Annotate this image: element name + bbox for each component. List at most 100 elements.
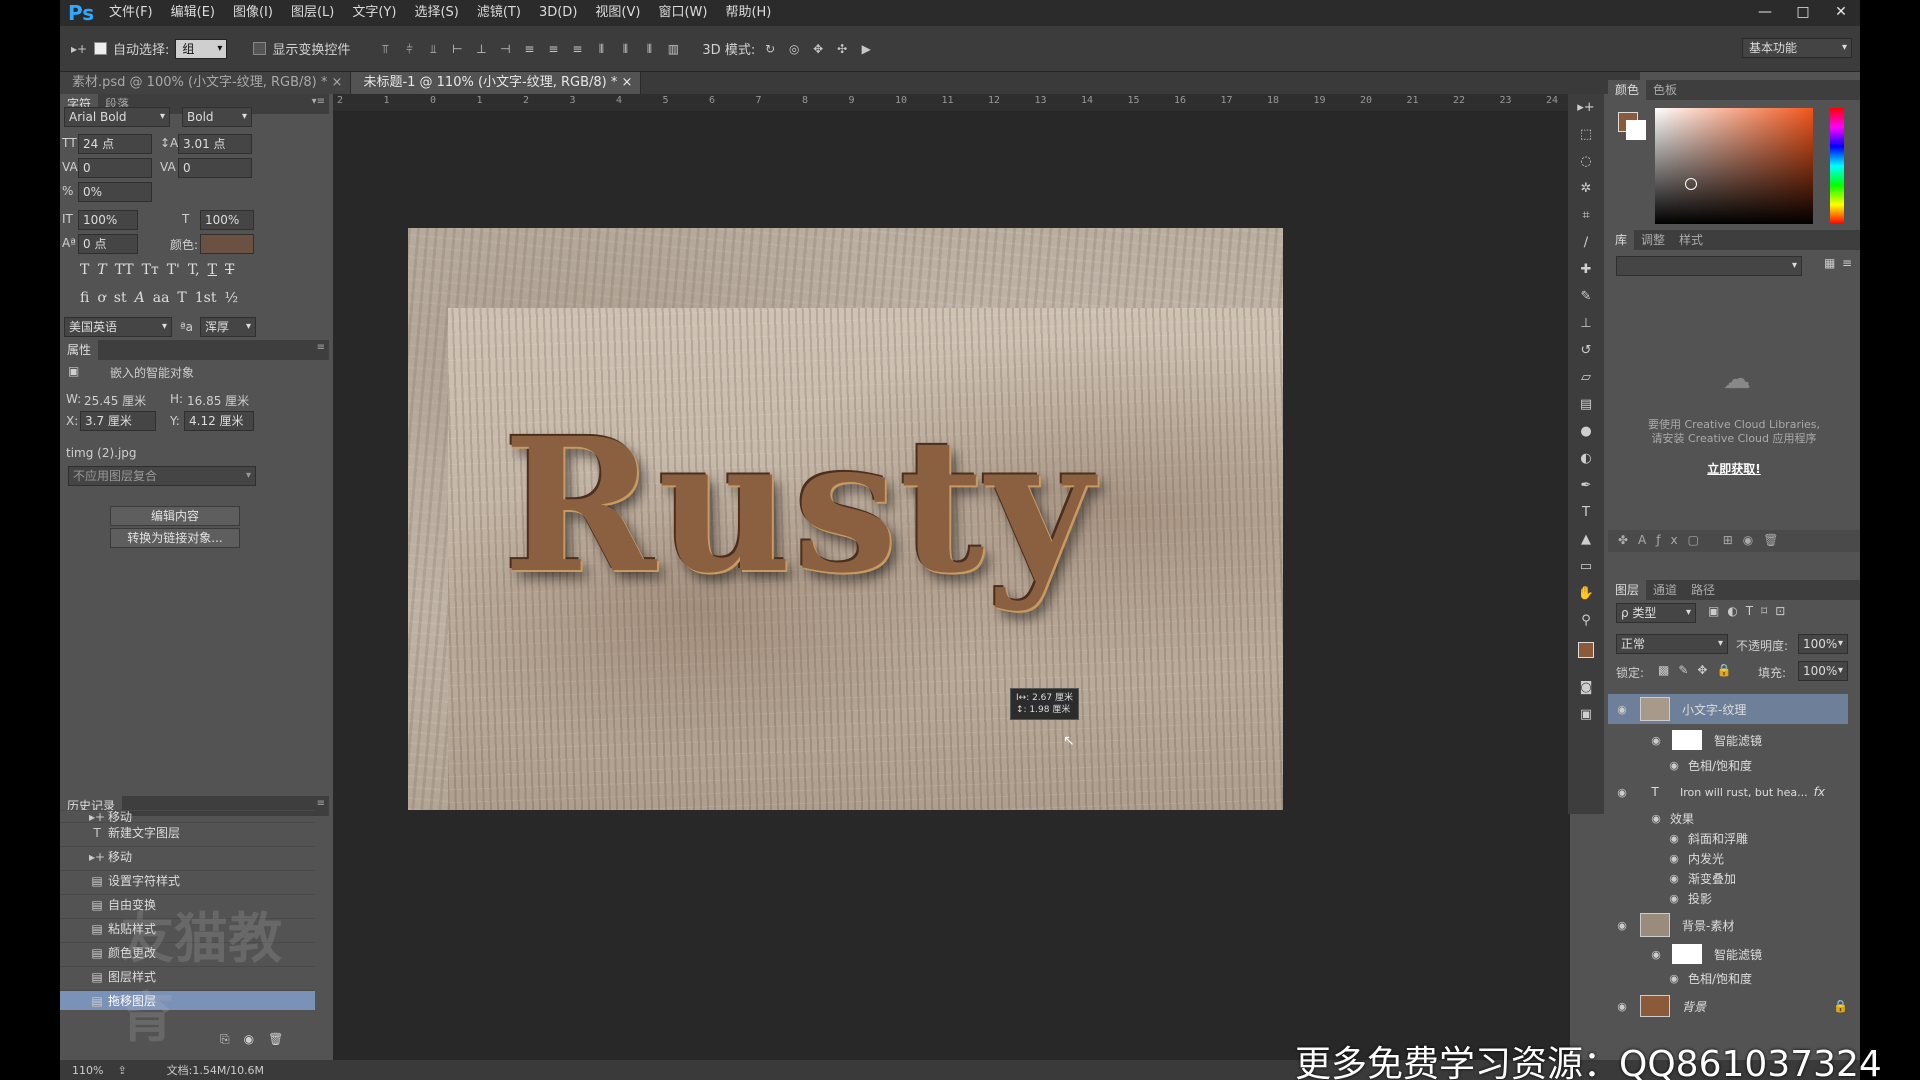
3d-slide-icon[interactable]: ✣ <box>833 41 851 57</box>
menu-3d[interactable]: 3D(D) <box>530 0 586 26</box>
layer-row[interactable]: ◉ 色相/饱和度 <box>1608 968 1848 988</box>
discretionary-icon[interactable]: st <box>114 290 127 306</box>
layer-row[interactable]: ◉ 色相/饱和度 <box>1608 755 1848 775</box>
antialias-dropdown[interactable]: 浑厚 <box>200 317 256 337</box>
close-button[interactable]: ✕ <box>1822 0 1860 26</box>
align-top-icon[interactable]: ⫪ <box>376 41 394 57</box>
bg-color-chip[interactable] <box>1626 120 1646 140</box>
3d-pan-icon[interactable]: ✥ <box>809 41 827 57</box>
3d-scale-icon[interactable]: ▶ <box>857 41 875 57</box>
font-size-field[interactable]: 24 点 <box>78 134 152 154</box>
close-tab-icon[interactable]: × <box>622 75 633 90</box>
zoom-level[interactable]: 110% <box>72 1064 103 1077</box>
kerning-field[interactable]: 0 <box>78 158 152 178</box>
layer-row[interactable]: ◉ 斜面和浮雕 <box>1608 828 1848 848</box>
panel-menu-icon[interactable]: ≡ <box>317 342 325 353</box>
get-it-now-link[interactable]: 立即获取! <box>1608 460 1860 477</box>
tracking-field[interactable]: 0 <box>178 158 252 178</box>
eye-icon[interactable]: ◉ <box>1666 759 1682 772</box>
tab-source-psd[interactable]: 素材.psd @ 100% (小文字-纹理, RGB/8) * × <box>60 72 352 94</box>
lasso-tool-icon[interactable]: ◌ <box>1568 148 1604 175</box>
old-style-icon[interactable]: ơ <box>97 290 105 306</box>
align-right-icon[interactable]: ⊣ <box>496 41 514 57</box>
eye-icon[interactable]: ◉ <box>1666 852 1682 865</box>
layer-row[interactable]: ◉ 智能滤镜 <box>1608 942 1848 966</box>
gradient-tool-icon[interactable]: ▤ <box>1568 391 1604 418</box>
convert-to-linked-button[interactable]: 转换为链接对象... <box>110 528 240 548</box>
layer-row[interactable]: ◉ 投影 <box>1608 888 1848 908</box>
library-dropdown[interactable] <box>1616 256 1802 276</box>
ligatures-icon[interactable]: fi <box>80 290 89 306</box>
color-swatches[interactable] <box>1568 634 1604 674</box>
ordinals-icon[interactable]: 1st <box>195 290 217 306</box>
distribute-vcenter-icon[interactable]: ≡ <box>544 41 562 57</box>
auto-align-icon[interactable]: ▥ <box>664 41 682 57</box>
canvas-area[interactable]: Rusty I↔: 2.67 厘米 ↕: 1.98 厘米 ↖ <box>333 111 1570 1061</box>
show-transform-checkbox[interactable] <box>253 42 267 55</box>
tab-adjustments[interactable]: 调整 <box>1634 230 1672 250</box>
fill-field[interactable]: 100% <box>1798 661 1848 681</box>
tab-color[interactable]: 颜色 <box>1608 80 1647 100</box>
shape-tool-icon[interactable]: ▭ <box>1568 553 1604 580</box>
eye-icon[interactable]: ◉ <box>1648 734 1664 747</box>
eye-icon[interactable]: ◉ <box>1614 919 1630 932</box>
path-select-icon[interactable]: ▲ <box>1568 526 1604 553</box>
layer-row[interactable]: ◉ 小文字-纹理 <box>1608 694 1848 724</box>
h-value[interactable]: 16.85 厘米 <box>187 392 249 409</box>
layer-row[interactable]: ◉ 效果 <box>1608 808 1848 828</box>
align-bottom-icon[interactable]: ⫫ <box>424 41 442 57</box>
3d-roll-icon[interactable]: ◎ <box>785 41 803 57</box>
menu-image[interactable]: 图像(I) <box>224 0 282 26</box>
x-field[interactable]: 3.7 厘米 <box>80 411 156 431</box>
menu-filter[interactable]: 滤镜(T) <box>468 0 530 26</box>
strikethrough-icon[interactable]: T <box>225 262 234 278</box>
menu-type[interactable]: 文字(Y) <box>343 0 405 26</box>
layer-row[interactable]: ◉ 渐变叠加 <box>1608 868 1848 888</box>
tab-channels[interactable]: 通道 <box>1646 580 1684 600</box>
type-tool-icon[interactable]: T <box>1568 499 1604 526</box>
eye-icon[interactable]: ◉ <box>1648 812 1664 825</box>
brush-tool-icon[interactable]: ✎ <box>1568 283 1604 310</box>
align-vcenter-icon[interactable]: ⫩ <box>400 41 418 57</box>
panel-menu-icon[interactable]: ▾≡ <box>312 96 325 107</box>
fractions-icon[interactable]: ½ <box>224 290 238 306</box>
tab-swatches[interactable]: 色板 <box>1646 80 1684 100</box>
close-tab-icon[interactable]: × <box>332 75 343 90</box>
eye-icon[interactable]: ◉ <box>1666 892 1682 905</box>
3d-rotate-icon[interactable]: ↻ <box>761 41 779 57</box>
layer-comp-dropdown[interactable]: 不应用图层复合 <box>68 466 256 486</box>
eye-icon[interactable]: ◉ <box>1614 703 1630 716</box>
distribute-right-icon[interactable]: ⦀ <box>640 41 658 57</box>
history-item[interactable]: ▸+ 移动 <box>60 810 315 822</box>
history-item[interactable]: ▸+ 移动 <box>60 846 315 866</box>
crop-tool-icon[interactable]: ⌗ <box>1568 202 1604 229</box>
history-item[interactable]: ▤ 设置字符样式 <box>60 870 315 890</box>
stamp-tool-icon[interactable]: ⊥ <box>1568 310 1604 337</box>
menu-help[interactable]: 帮助(H) <box>716 0 780 26</box>
eye-icon[interactable]: ◉ <box>1648 948 1664 961</box>
tab-untitled-1[interactable]: 未标题-1 @ 110% (小文字-纹理, RGB/8) * × <box>351 72 642 94</box>
color-field[interactable] <box>1655 108 1813 224</box>
move-tool-icon[interactable]: ▸+ <box>70 41 88 57</box>
distribute-hcenter-icon[interactable]: ⦀ <box>616 41 634 57</box>
rusty-text[interactable]: Rusty <box>503 398 1095 614</box>
screen-mode-icon[interactable]: ▣ <box>1568 701 1604 728</box>
auto-select-checkbox[interactable] <box>94 42 107 55</box>
maximize-button[interactable]: □ <box>1784 0 1822 26</box>
layer-row[interactable]: ◉ 内发光 <box>1608 848 1848 868</box>
panel-menu-icon[interactable]: ≡ <box>317 798 325 809</box>
magic-wand-icon[interactable]: ✲ <box>1568 175 1604 202</box>
eyedropper-icon[interactable]: ∕ <box>1568 229 1604 256</box>
minimize-button[interactable]: — <box>1746 0 1784 26</box>
superscript-icon[interactable]: T' <box>167 262 180 278</box>
document-canvas[interactable]: Rusty I↔: 2.67 厘米 ↕: 1.98 厘米 ↖ <box>408 228 1283 810</box>
distribute-bottom-icon[interactable]: ≡ <box>568 41 586 57</box>
layer-row[interactable]: ◉ 背景 🔒 <box>1608 992 1848 1020</box>
hand-tool-icon[interactable]: ✋ <box>1568 580 1604 607</box>
eye-icon[interactable]: ◉ <box>1614 1000 1630 1013</box>
dodge-tool-icon[interactable]: ◐ <box>1568 445 1604 472</box>
vertical-scale-field[interactable]: 100% <box>78 210 138 230</box>
blend-mode-dropdown[interactable]: 正常 <box>1616 634 1728 654</box>
y-field[interactable]: 4.12 厘米 <box>184 411 254 431</box>
lock-icons[interactable]: ▩✎✥🔒 <box>1658 663 1740 677</box>
